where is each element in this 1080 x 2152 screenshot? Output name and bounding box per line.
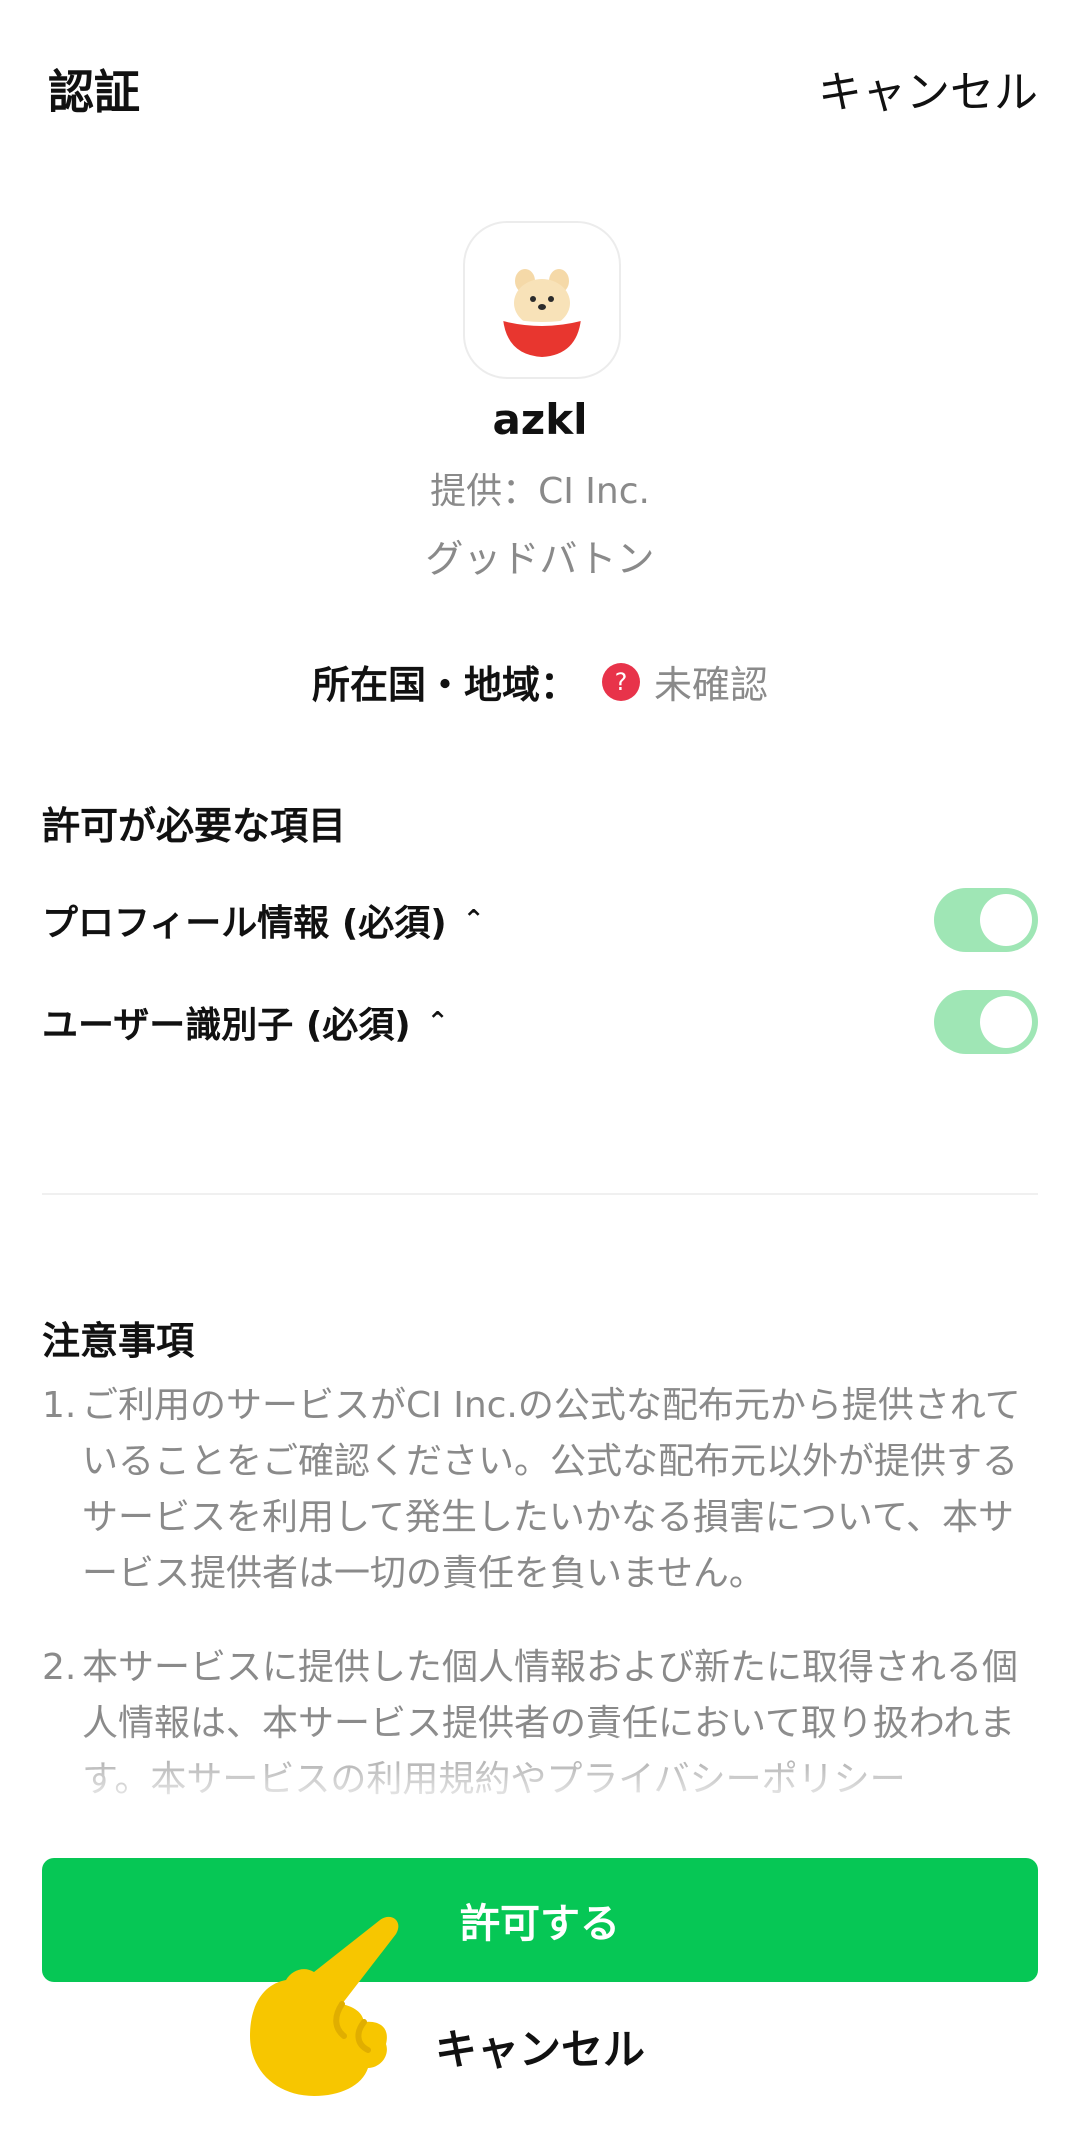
cancel-button[interactable]: キャンセル — [0, 2016, 1080, 2077]
question-icon: ? — [602, 662, 640, 701]
permission-row-user-id: ユーザー識別子 (必須) ⌃ — [42, 987, 1038, 1057]
notice-number: 1. — [42, 1385, 77, 1426]
divider — [42, 1193, 1038, 1195]
scroll-fade — [0, 1730, 1080, 1810]
region-value: 未確認 — [654, 663, 769, 707]
region-label: 所在国・地域： — [311, 663, 578, 707]
app-icon — [463, 221, 621, 379]
permission-row-profile: プロフィール情報 (必須) ⌃ — [42, 885, 1038, 955]
bear-in-bowl-icon — [502, 269, 582, 357]
permission-expand-user-id[interactable]: ユーザー識別子 (必須) ⌃ — [42, 996, 449, 1048]
chevron-up-icon: ⌃ — [426, 1007, 449, 1037]
page-title: 認証 — [48, 65, 140, 119]
allow-button[interactable]: 許可する — [42, 1858, 1038, 1982]
toggle-knob — [980, 894, 1032, 946]
permission-toggle-profile[interactable] — [934, 888, 1038, 952]
notice-title: 注意事項 — [42, 1319, 195, 1363]
notice-item-1: 1. ご利用のサービスがCI Inc.の公式な配布元から提供されていることをご確… — [42, 1378, 1038, 1602]
permission-expand-profile[interactable]: プロフィール情報 (必須) ⌃ — [42, 894, 485, 946]
permission-label: ユーザー識別子 (必須) — [42, 1005, 411, 1046]
region-row: 所在国・地域： ? 未確認 — [0, 654, 1080, 709]
category-text: グッドバトン — [425, 537, 655, 581]
permissions-title: 許可が必要な項目 — [42, 804, 347, 848]
provider-text: 提供：CI Inc. — [430, 471, 650, 512]
top-bar: 認証 キャンセル — [0, 0, 1080, 170]
pointing-hand-icon — [250, 1916, 399, 2096]
app-name: azkl — [492, 395, 588, 444]
permission-label: プロフィール情報 (必須) — [42, 903, 447, 944]
chevron-up-icon: ⌃ — [462, 905, 485, 935]
notice-text: ご利用のサービスがCI Inc.の公式な配布元から提供されていることをご確認くだ… — [82, 1385, 1021, 1594]
permission-toggle-user-id[interactable] — [934, 990, 1038, 1054]
toggle-knob — [980, 996, 1032, 1048]
cancel-link-top[interactable]: キャンセル — [818, 56, 1038, 120]
